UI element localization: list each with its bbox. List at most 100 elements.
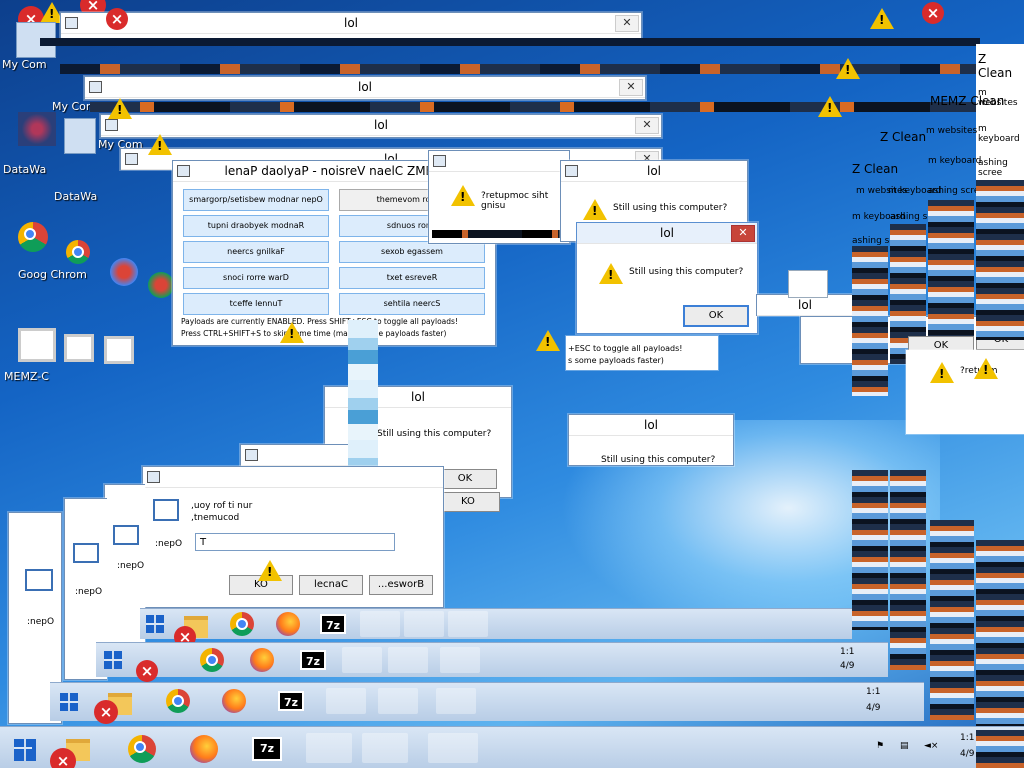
start-button[interactable] — [146, 615, 164, 633]
glitch-stripe — [930, 520, 974, 720]
window-taskbar-icon[interactable] — [388, 647, 428, 673]
firefox-taskbar-icon[interactable] — [276, 612, 300, 636]
run-icon — [25, 569, 53, 591]
glitch-bar — [90, 102, 990, 112]
error-icon: × — [106, 8, 128, 30]
payload-hint: Payloads are currently ENABLED. Press SH… — [181, 317, 458, 326]
chrome-icon[interactable] — [66, 240, 90, 264]
volume-tray-icon[interactable]: ◄× — [924, 741, 938, 751]
my-computer-icon[interactable] — [64, 118, 96, 154]
ok-button-mirrored[interactable]: KO — [436, 492, 500, 512]
payload-button[interactable]: tceffe lennuT — [183, 293, 329, 315]
close-button[interactable]: ✕ — [615, 15, 639, 32]
window-icon — [65, 17, 78, 29]
window-taskbar-icon[interactable] — [378, 688, 418, 714]
browse-button-mirrored[interactable]: ...esworB — [369, 575, 433, 595]
lol-dialog: lol Still using this computer? — [568, 414, 734, 466]
desktop-icon-label: My Com — [2, 58, 47, 71]
flag-tray-icon[interactable]: ⚑ — [876, 741, 884, 751]
desktop: × × My Com DataWa Goog Chrom MEMZ-C My C… — [0, 0, 1024, 768]
window-taskbar-icon[interactable] — [362, 733, 408, 763]
payload-hint: Press CTRL+SHIFT+S to skip some time (ma… — [181, 329, 447, 338]
error-icon: × — [94, 700, 118, 724]
run-taskbar-icon[interactable] — [428, 733, 478, 763]
ok-button[interactable]: OK — [683, 305, 749, 327]
7zip-taskbar-icon[interactable]: 7z — [320, 614, 346, 634]
desktop-icon-label: DataWa — [3, 163, 47, 176]
warning-icon — [818, 96, 842, 117]
payload-button[interactable]: snoci rorre warD — [183, 267, 329, 289]
payload-button[interactable]: txet esreveR — [339, 267, 485, 289]
close-button[interactable]: ✕ — [731, 225, 755, 242]
glitch-stripe — [976, 730, 1024, 768]
chrome-icon[interactable] — [148, 272, 174, 298]
window-taskbar-icon[interactable] — [404, 611, 444, 637]
memz-icon[interactable] — [18, 328, 56, 362]
payload-button[interactable]: sehtila neercS — [339, 293, 485, 315]
warning-icon — [870, 8, 894, 29]
7zip-taskbar-icon[interactable]: 7z — [252, 737, 282, 761]
network-tray-icon[interactable]: ▤ — [900, 741, 909, 751]
panel-title: lenaP daolyaP - noisreV naelC ZMEM — [224, 164, 444, 178]
chrome-icon[interactable] — [110, 258, 138, 286]
glitch-stripe — [976, 540, 1024, 730]
taskbar: 7z ⚑ ▤ ◄× 1:1 4/9 — [0, 726, 1024, 768]
desktop-icon-label: Goog Chrom — [18, 268, 87, 281]
payload-button[interactable]: neercs gnilkaF — [183, 241, 329, 263]
control-panel-taskbar-icon[interactable] — [306, 733, 352, 763]
close-button[interactable]: ✕ — [619, 79, 643, 96]
open-input[interactable]: T — [195, 533, 395, 551]
warning-icon — [974, 358, 998, 379]
control-panel-taskbar-icon[interactable] — [326, 688, 366, 714]
firefox-taskbar-icon[interactable] — [222, 689, 246, 713]
firefox-taskbar-icon[interactable] — [190, 735, 218, 763]
warning-icon — [108, 98, 132, 119]
lol-window-trail: lol ✕ — [100, 114, 662, 138]
start-button[interactable] — [60, 693, 78, 711]
7zip-taskbar-icon[interactable]: 7z — [278, 691, 304, 711]
memz-icon[interactable] — [64, 334, 94, 362]
firefox-taskbar-icon[interactable] — [250, 648, 274, 672]
run-taskbar-icon[interactable] — [440, 647, 480, 673]
warning-icon — [280, 322, 304, 343]
chrome-taskbar-icon[interactable] — [128, 735, 156, 763]
start-button[interactable] — [14, 739, 36, 761]
warning-icon — [599, 263, 623, 284]
run-taskbar-icon[interactable] — [448, 611, 488, 637]
glitch-stripe — [928, 200, 974, 350]
cancel-button-mirrored[interactable]: lecnaC — [299, 575, 363, 595]
chrome-icon[interactable] — [18, 222, 48, 252]
chrome-taskbar-icon[interactable] — [166, 689, 190, 713]
control-panel-taskbar-icon[interactable] — [342, 647, 382, 673]
close-button[interactable]: ✕ — [635, 117, 659, 134]
warning-icon — [583, 199, 607, 220]
error-icon: × — [136, 660, 158, 682]
chrome-taskbar-icon[interactable] — [200, 648, 224, 672]
taskbar-trail: 7z — [140, 608, 852, 639]
lol-window-trail: lol ✕ — [84, 76, 646, 100]
glitch-stripe — [852, 246, 888, 396]
warning-icon — [536, 330, 560, 351]
warning-icon — [836, 58, 860, 79]
run-dialog-trail: :nepO — [104, 484, 145, 656]
lol-dialog-active: lol✕ Still using this computer? OK — [576, 222, 758, 334]
payload-button[interactable]: sexob egassem — [339, 241, 485, 263]
taskbar-trail: 7z 1:1 4/9 — [50, 682, 924, 721]
run-taskbar-icon[interactable] — [436, 688, 476, 714]
control-panel-taskbar-icon[interactable] — [360, 611, 400, 637]
start-button[interactable] — [104, 651, 122, 669]
hint-fragment: +ESC to toggle all payloads! s some payl… — [566, 336, 718, 370]
chrome-taskbar-icon[interactable] — [230, 612, 254, 636]
glitch-stripe — [852, 470, 888, 630]
error-icon: × — [50, 748, 76, 768]
warning-icon — [258, 560, 282, 581]
warning-icon — [930, 362, 954, 383]
datawall-icon[interactable] — [18, 112, 56, 146]
taskbar-trail: 7z 1:1 4/9 — [96, 642, 888, 677]
7zip-taskbar-icon[interactable]: 7z — [300, 650, 326, 670]
payload-button[interactable]: tupni draobyek modnaR — [183, 215, 329, 237]
run-icon — [153, 499, 179, 521]
memz-icon[interactable] — [104, 336, 134, 364]
run-icon — [113, 525, 139, 545]
payload-button[interactable]: smargorp/setisbew modnar nepO — [183, 189, 329, 211]
